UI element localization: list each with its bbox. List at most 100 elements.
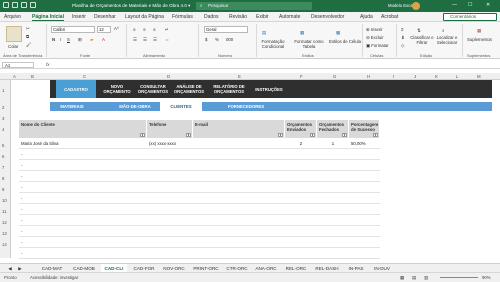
- avatar[interactable]: [412, 2, 420, 10]
- cell-email[interactable]: [193, 237, 285, 248]
- cell-styles-icon[interactable]: ▩: [336, 30, 340, 36]
- row-2[interactable]: 2: [2, 105, 4, 110]
- grow-font-icon[interactable]: A^: [114, 26, 119, 31]
- zoom-level[interactable]: 90%: [482, 275, 491, 280]
- format-table-icon[interactable]: ▦: [300, 30, 304, 36]
- view-normal-icon[interactable]: ▦: [400, 275, 404, 281]
- copy-icon[interactable]: ⧉: [26, 34, 29, 39]
- cell-email[interactable]: [193, 138, 285, 149]
- filter-dropdown-icon[interactable]: ▾: [278, 133, 283, 137]
- nav-analise-orcamentos[interactable]: ANÁLISE DE ORÇAMENTOS: [172, 80, 206, 98]
- cell-sucesso[interactable]: [349, 248, 380, 259]
- subnav-clientes[interactable]: CLIENTES: [160, 102, 202, 111]
- format-painter-icon[interactable]: 🖌: [26, 42, 31, 48]
- user-name[interactable]: Modelo Excel: [388, 3, 414, 8]
- cell-fechados[interactable]: [317, 149, 349, 160]
- view-layout-icon[interactable]: ▤: [412, 275, 416, 281]
- col-h[interactable]: H: [367, 74, 370, 79]
- col-a[interactable]: A: [13, 74, 16, 79]
- accessibility-status[interactable]: Acessibilidade: investigar: [30, 275, 78, 280]
- cell-telefone[interactable]: [147, 149, 193, 160]
- delete-cells-button[interactable]: ⊖ Excluir: [366, 35, 384, 41]
- filter-dropdown-icon[interactable]: ▾: [140, 133, 145, 137]
- cell-fechados[interactable]: [317, 204, 349, 215]
- tab-revisao[interactable]: Revisão: [229, 14, 247, 20]
- col-j[interactable]: J: [414, 74, 416, 79]
- row-4[interactable]: 4: [2, 127, 4, 132]
- row-9[interactable]: 9: [2, 187, 4, 192]
- cell-email[interactable]: [193, 248, 285, 259]
- cell-enviados[interactable]: [285, 171, 317, 182]
- cell-fechados[interactable]: [317, 193, 349, 204]
- align-bottom-icon[interactable]: ≡: [153, 27, 156, 32]
- cell-email[interactable]: [193, 182, 285, 193]
- insert-cells-button[interactable]: ⊕ Inserir: [366, 27, 383, 33]
- font-name-select[interactable]: Calibri: [51, 26, 95, 33]
- filter-dropdown-icon[interactable]: ▾: [373, 133, 378, 137]
- find-select-label[interactable]: Localizar e Selecionar: [434, 35, 460, 45]
- cell-telefone[interactable]: [147, 204, 193, 215]
- tab-layout[interactable]: Layout da Página: [125, 14, 164, 20]
- find-icon[interactable]: ⌕: [442, 28, 444, 33]
- format-cells-button[interactable]: ▣ Formatar: [366, 43, 389, 49]
- clear-icon[interactable]: ◇: [401, 43, 404, 49]
- cell-fechados[interactable]: [317, 226, 349, 237]
- cut-icon[interactable]: ✂: [26, 26, 30, 32]
- name-box[interactable]: A1: [2, 62, 34, 68]
- cell-email[interactable]: [193, 204, 285, 215]
- sort-filter-icon[interactable]: ⇅: [417, 28, 421, 34]
- cell-sucesso[interactable]: [349, 193, 380, 204]
- nav-cadastro[interactable]: CADASTRO: [56, 80, 96, 98]
- row-13[interactable]: 13: [2, 231, 7, 236]
- cell-nome[interactable]: -: [19, 237, 147, 248]
- cell-telefone[interactable]: [147, 160, 193, 171]
- cell-fechados[interactable]: [317, 182, 349, 193]
- thousands-icon[interactable]: 000: [226, 37, 233, 42]
- col-f[interactable]: F: [300, 74, 303, 79]
- nav-consultar-orcamentos[interactable]: CONSULTAR ORÇAMENTOS: [136, 80, 170, 98]
- col-k[interactable]: K: [435, 74, 438, 79]
- col-l[interactable]: L: [456, 74, 458, 79]
- italic-button[interactable]: I: [60, 37, 61, 42]
- paste-icon[interactable]: [6, 26, 22, 42]
- tab-desenvolvedor[interactable]: Desenvolvedor: [311, 14, 344, 20]
- fx-icon[interactable]: fx: [46, 62, 50, 67]
- row-10[interactable]: 10: [2, 198, 7, 203]
- cell-sucesso[interactable]: [349, 149, 380, 160]
- cell-fechados[interactable]: [317, 248, 349, 259]
- cell-fechados[interactable]: [317, 215, 349, 226]
- cell-enviados[interactable]: [285, 182, 317, 193]
- view-pagebreak-icon[interactable]: ▥: [424, 275, 428, 281]
- cell-enviados[interactable]: [285, 149, 317, 160]
- row-1[interactable]: 1: [2, 88, 4, 93]
- cell-email[interactable]: [193, 226, 285, 237]
- subnav-fornecedores[interactable]: FORNECEDORES: [218, 102, 274, 111]
- cell-nome[interactable]: -: [19, 160, 147, 171]
- cell-nome[interactable]: -: [19, 226, 147, 237]
- col-c[interactable]: C: [83, 74, 86, 79]
- cell-nome[interactable]: -: [19, 215, 147, 226]
- tab-inserir[interactable]: Inserir: [72, 14, 86, 20]
- row-5[interactable]: 5: [2, 143, 4, 148]
- undo-icon[interactable]: [21, 2, 27, 8]
- wrap-text-icon[interactable]: ↵: [165, 27, 169, 33]
- cell-fechados[interactable]: [317, 160, 349, 171]
- addins-label[interactable]: Suplementos: [467, 37, 492, 42]
- minimize-button[interactable]: —: [452, 2, 457, 8]
- cell-sucesso[interactable]: [349, 237, 380, 248]
- font-size-select[interactable]: 12: [97, 26, 111, 33]
- row-7[interactable]: 7: [2, 165, 4, 170]
- tab-pagina-inicial[interactable]: Página Inicial: [32, 14, 64, 21]
- col-b[interactable]: B: [31, 74, 34, 79]
- cell-telefone[interactable]: [147, 248, 193, 259]
- align-right-icon[interactable]: ☰: [153, 37, 157, 43]
- cell-enviados[interactable]: [285, 160, 317, 171]
- tab-desenhar[interactable]: Desenhar: [94, 14, 116, 20]
- cell-telefone[interactable]: [147, 171, 193, 182]
- cell-nome[interactable]: -: [19, 204, 147, 215]
- row-14[interactable]: 14: [2, 242, 7, 247]
- tab-exibir[interactable]: Exibir: [256, 14, 269, 20]
- search-box[interactable]: ⌕ Pesquisar: [196, 2, 312, 10]
- row-3[interactable]: 3: [2, 116, 4, 121]
- cell-enviados[interactable]: 2: [285, 138, 317, 149]
